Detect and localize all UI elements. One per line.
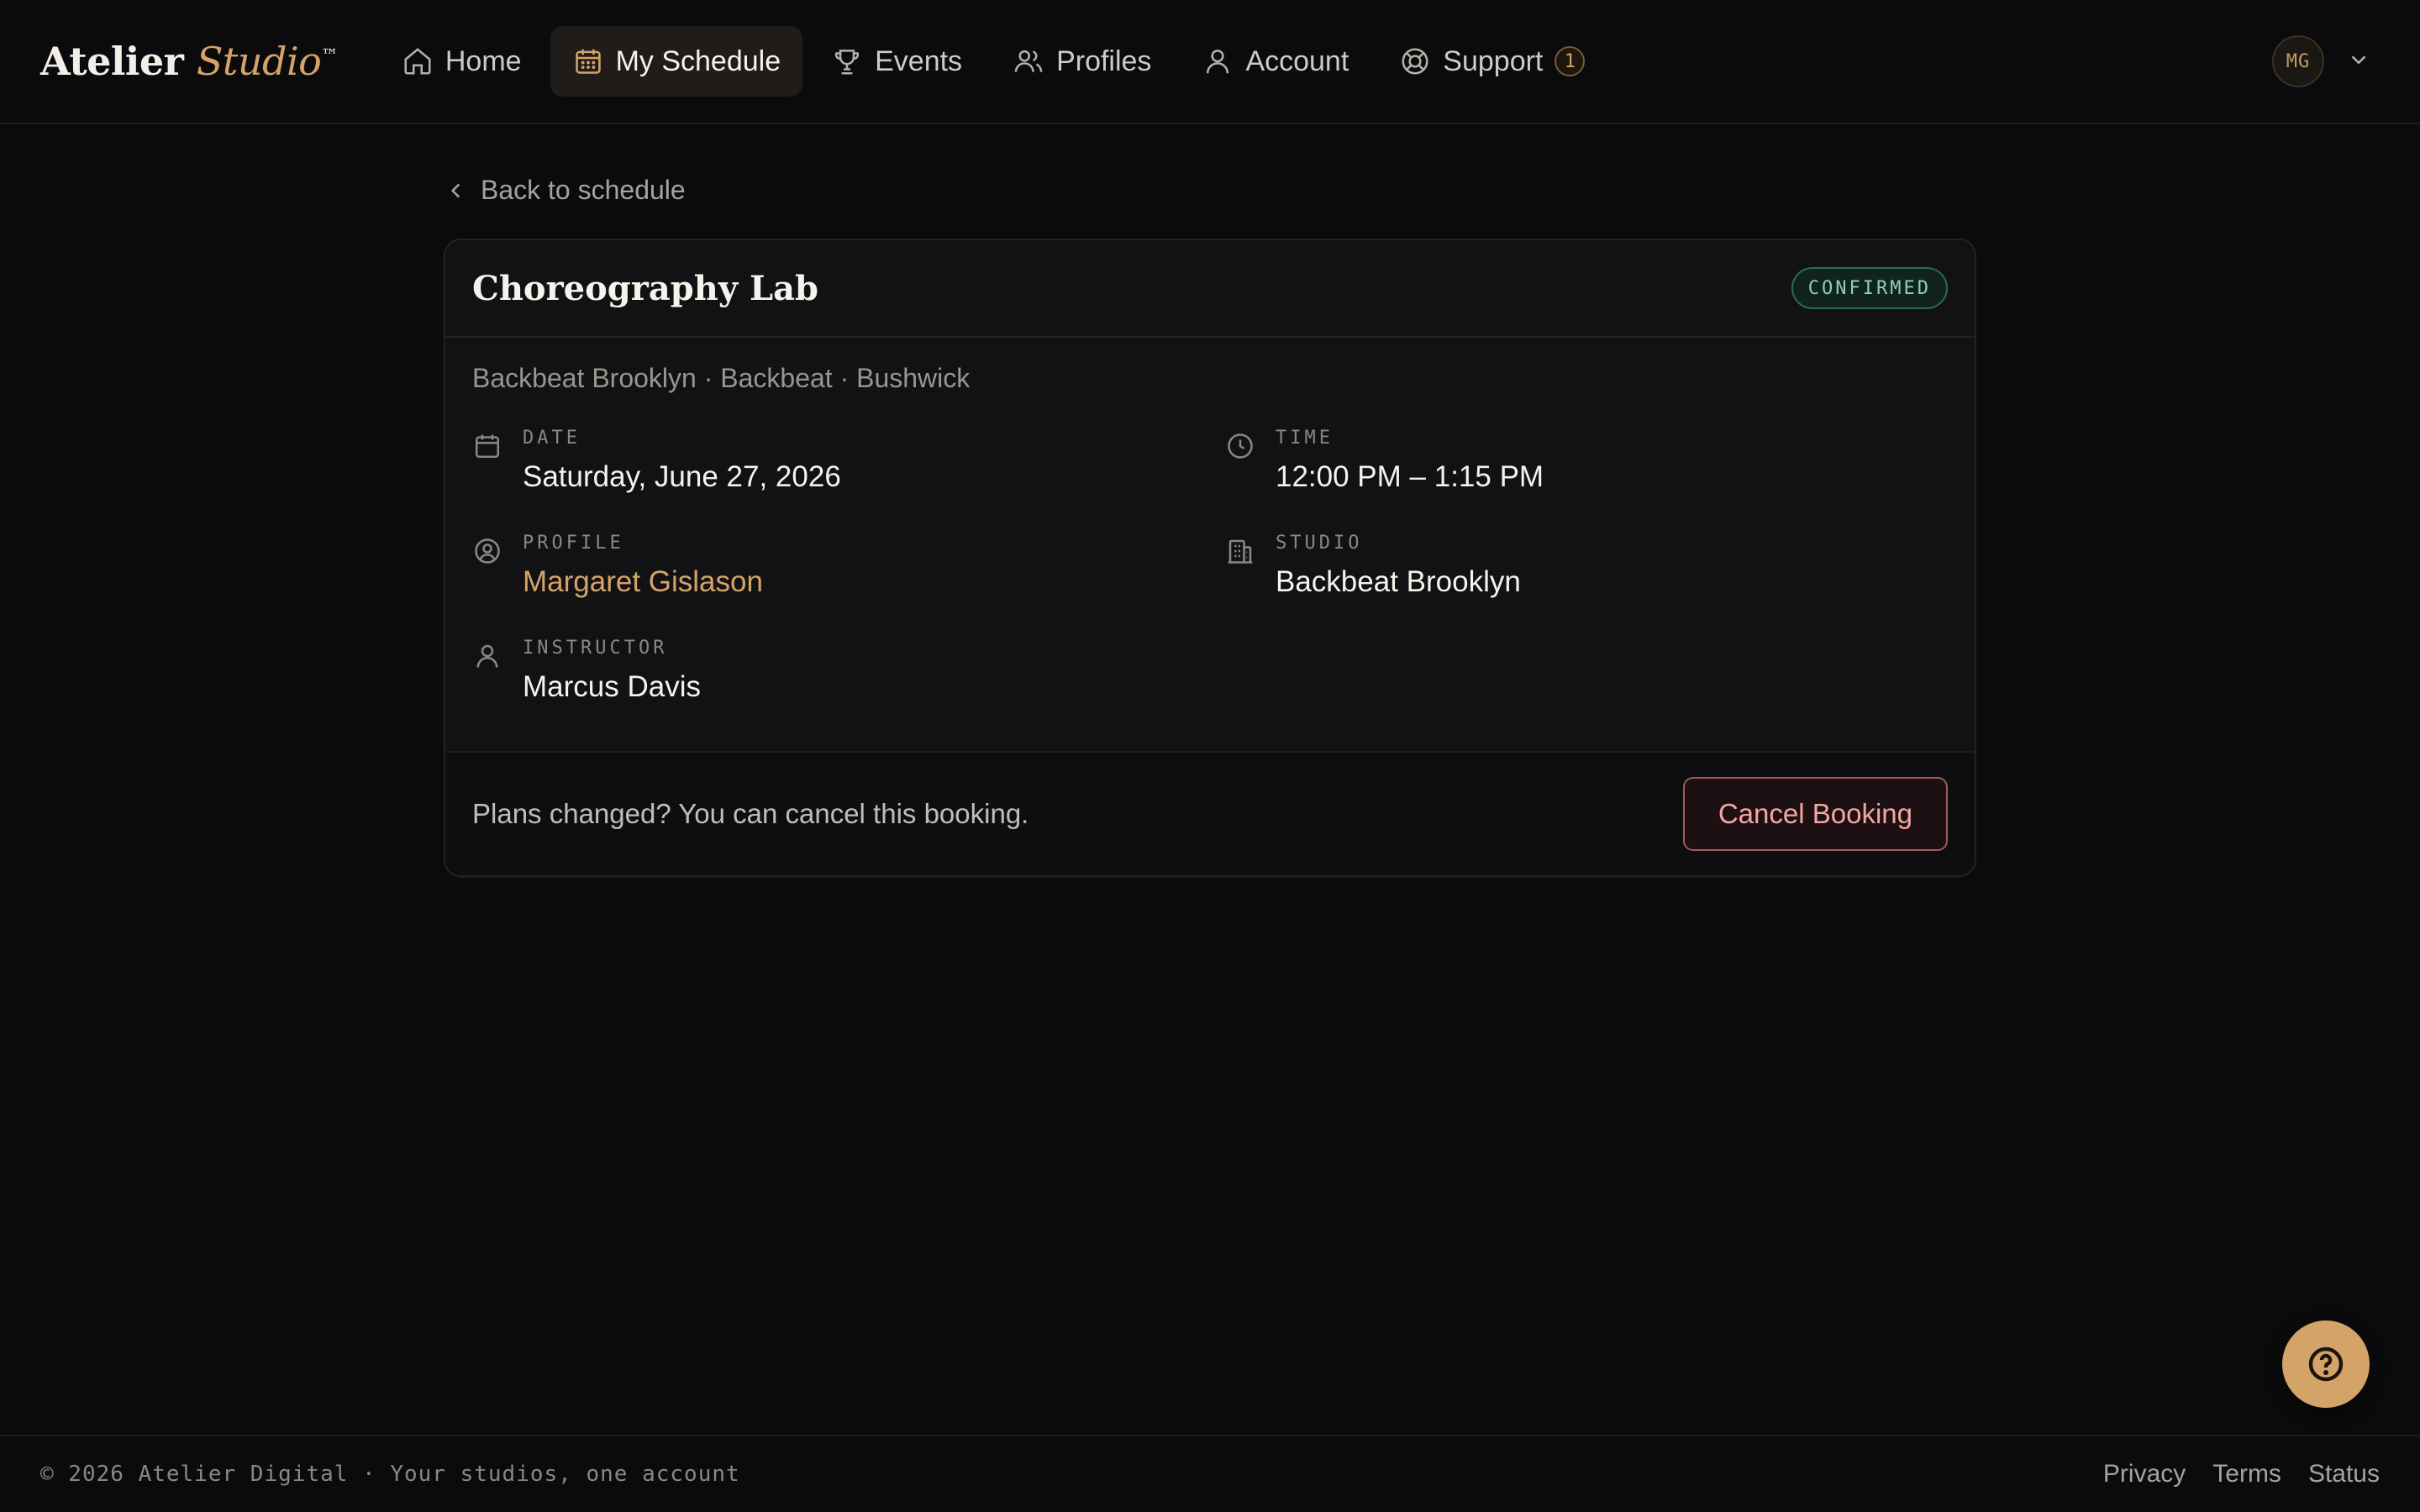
top-navigation-bar: Atelier Studio™ Home My Schedule Events … — [0, 0, 2420, 124]
user-circle-icon — [472, 533, 502, 599]
brand-accent: Studio — [196, 39, 322, 84]
user-menu[interactable]: MG — [2272, 35, 2371, 87]
users-icon — [1014, 50, 1043, 72]
booking-card-footer: Plans changed? You can cancel this booki… — [445, 751, 1975, 875]
cancel-prompt-text: Plans changed? You can cancel this booki… — [472, 798, 1029, 829]
calendar-icon — [472, 428, 502, 494]
field-value: 12:00 PM – 1:15 PM — [1276, 460, 1544, 493]
help-button[interactable] — [2282, 1320, 2370, 1408]
booking-card-header: Choreography Lab CONFIRMED — [445, 240, 1975, 338]
lifebuoy-icon — [1402, 48, 1428, 75]
support-count-badge: 1 — [1555, 46, 1586, 76]
copyright-text: © 2026 Atelier Digital · Your studios, o… — [40, 1462, 740, 1487]
booking-card: Choreography Lab CONFIRMED Backbeat Broo… — [444, 239, 1976, 877]
nav-item-events[interactable]: Events — [809, 26, 984, 97]
footer-links: Privacy Terms Status — [2103, 1460, 2380, 1488]
nav-label: Events — [875, 45, 963, 77]
field-label: PROFILE — [523, 533, 624, 554]
back-to-schedule-link[interactable]: Back to schedule — [445, 175, 686, 206]
footer-link-terms[interactable]: Terms — [2212, 1460, 2281, 1488]
user-icon — [472, 638, 502, 704]
field-profile: PROFILE Margaret Gislason — [472, 533, 1225, 599]
field-value: Backbeat Brooklyn — [1276, 565, 1521, 598]
nav-item-support[interactable]: Support 1 — [1377, 26, 1607, 97]
status-badge: CONFIRMED — [1791, 267, 1948, 309]
cancel-booking-button[interactable]: Cancel Booking — [1682, 777, 1948, 851]
chevron-left-icon — [450, 182, 460, 198]
field-date: DATE Saturday, June 27, 2026 — [472, 428, 1225, 494]
field-label: DATE — [523, 428, 581, 449]
field-value: Marcus Davis — [523, 670, 701, 703]
help-circle-icon — [2308, 1347, 2344, 1382]
nav-label: My Schedule — [615, 45, 781, 77]
nav-label: Support — [1443, 45, 1544, 77]
home-icon — [404, 48, 431, 75]
nav-item-home[interactable]: Home — [380, 26, 544, 97]
building-icon — [1225, 533, 1255, 599]
field-label: INSTRUCTOR — [523, 638, 668, 659]
site-footer: © 2026 Atelier Digital · Your studios, o… — [0, 1435, 2420, 1512]
field-label: TIME — [1276, 428, 1334, 449]
booking-title: Choreography Lab — [472, 268, 818, 308]
nav-label: Home — [445, 45, 522, 77]
field-label: STUDIO — [1276, 533, 1363, 554]
nav-label: Account — [1245, 45, 1349, 77]
booking-fields-grid: DATE Saturday, June 27, 2026 TIME 12:00 … — [472, 428, 1948, 704]
field-studio: STUDIO Backbeat Brooklyn — [1225, 533, 1975, 599]
chevron-down-icon[interactable] — [2346, 47, 2371, 76]
brand-name: Atelier — [40, 39, 184, 84]
main-nav: Home My Schedule Events Profiles Account… — [380, 26, 1607, 97]
back-link-label: Back to schedule — [481, 175, 686, 205]
nav-label: Profiles — [1056, 45, 1152, 77]
user-icon — [1207, 50, 1229, 74]
avatar[interactable]: MG — [2272, 35, 2324, 87]
booking-details: Backbeat Brooklyn · Backbeat · Bushwick … — [445, 338, 1975, 704]
footer-link-status[interactable]: Status — [2308, 1460, 2380, 1488]
trophy-icon — [834, 50, 860, 75]
profile-link[interactable]: Margaret Gislason — [523, 565, 763, 599]
nav-item-profiles[interactable]: Profiles — [991, 26, 1173, 97]
calendar-icon — [575, 49, 601, 74]
brand-logo[interactable]: Atelier Studio™ — [40, 39, 338, 84]
nav-item-account[interactable]: Account — [1180, 26, 1370, 97]
nav-item-my-schedule[interactable]: My Schedule — [550, 26, 803, 97]
footer-link-privacy[interactable]: Privacy — [2103, 1460, 2186, 1488]
field-instructor: INSTRUCTOR Marcus Davis — [472, 638, 1225, 704]
field-time: TIME 12:00 PM – 1:15 PM — [1225, 428, 1975, 494]
divider — [459, 876, 1960, 878]
clock-icon — [1225, 428, 1255, 494]
field-value: Saturday, June 27, 2026 — [523, 460, 841, 493]
trademark-symbol: ™ — [321, 45, 338, 66]
booking-location: Backbeat Brooklyn · Backbeat · Bushwick — [472, 363, 971, 393]
